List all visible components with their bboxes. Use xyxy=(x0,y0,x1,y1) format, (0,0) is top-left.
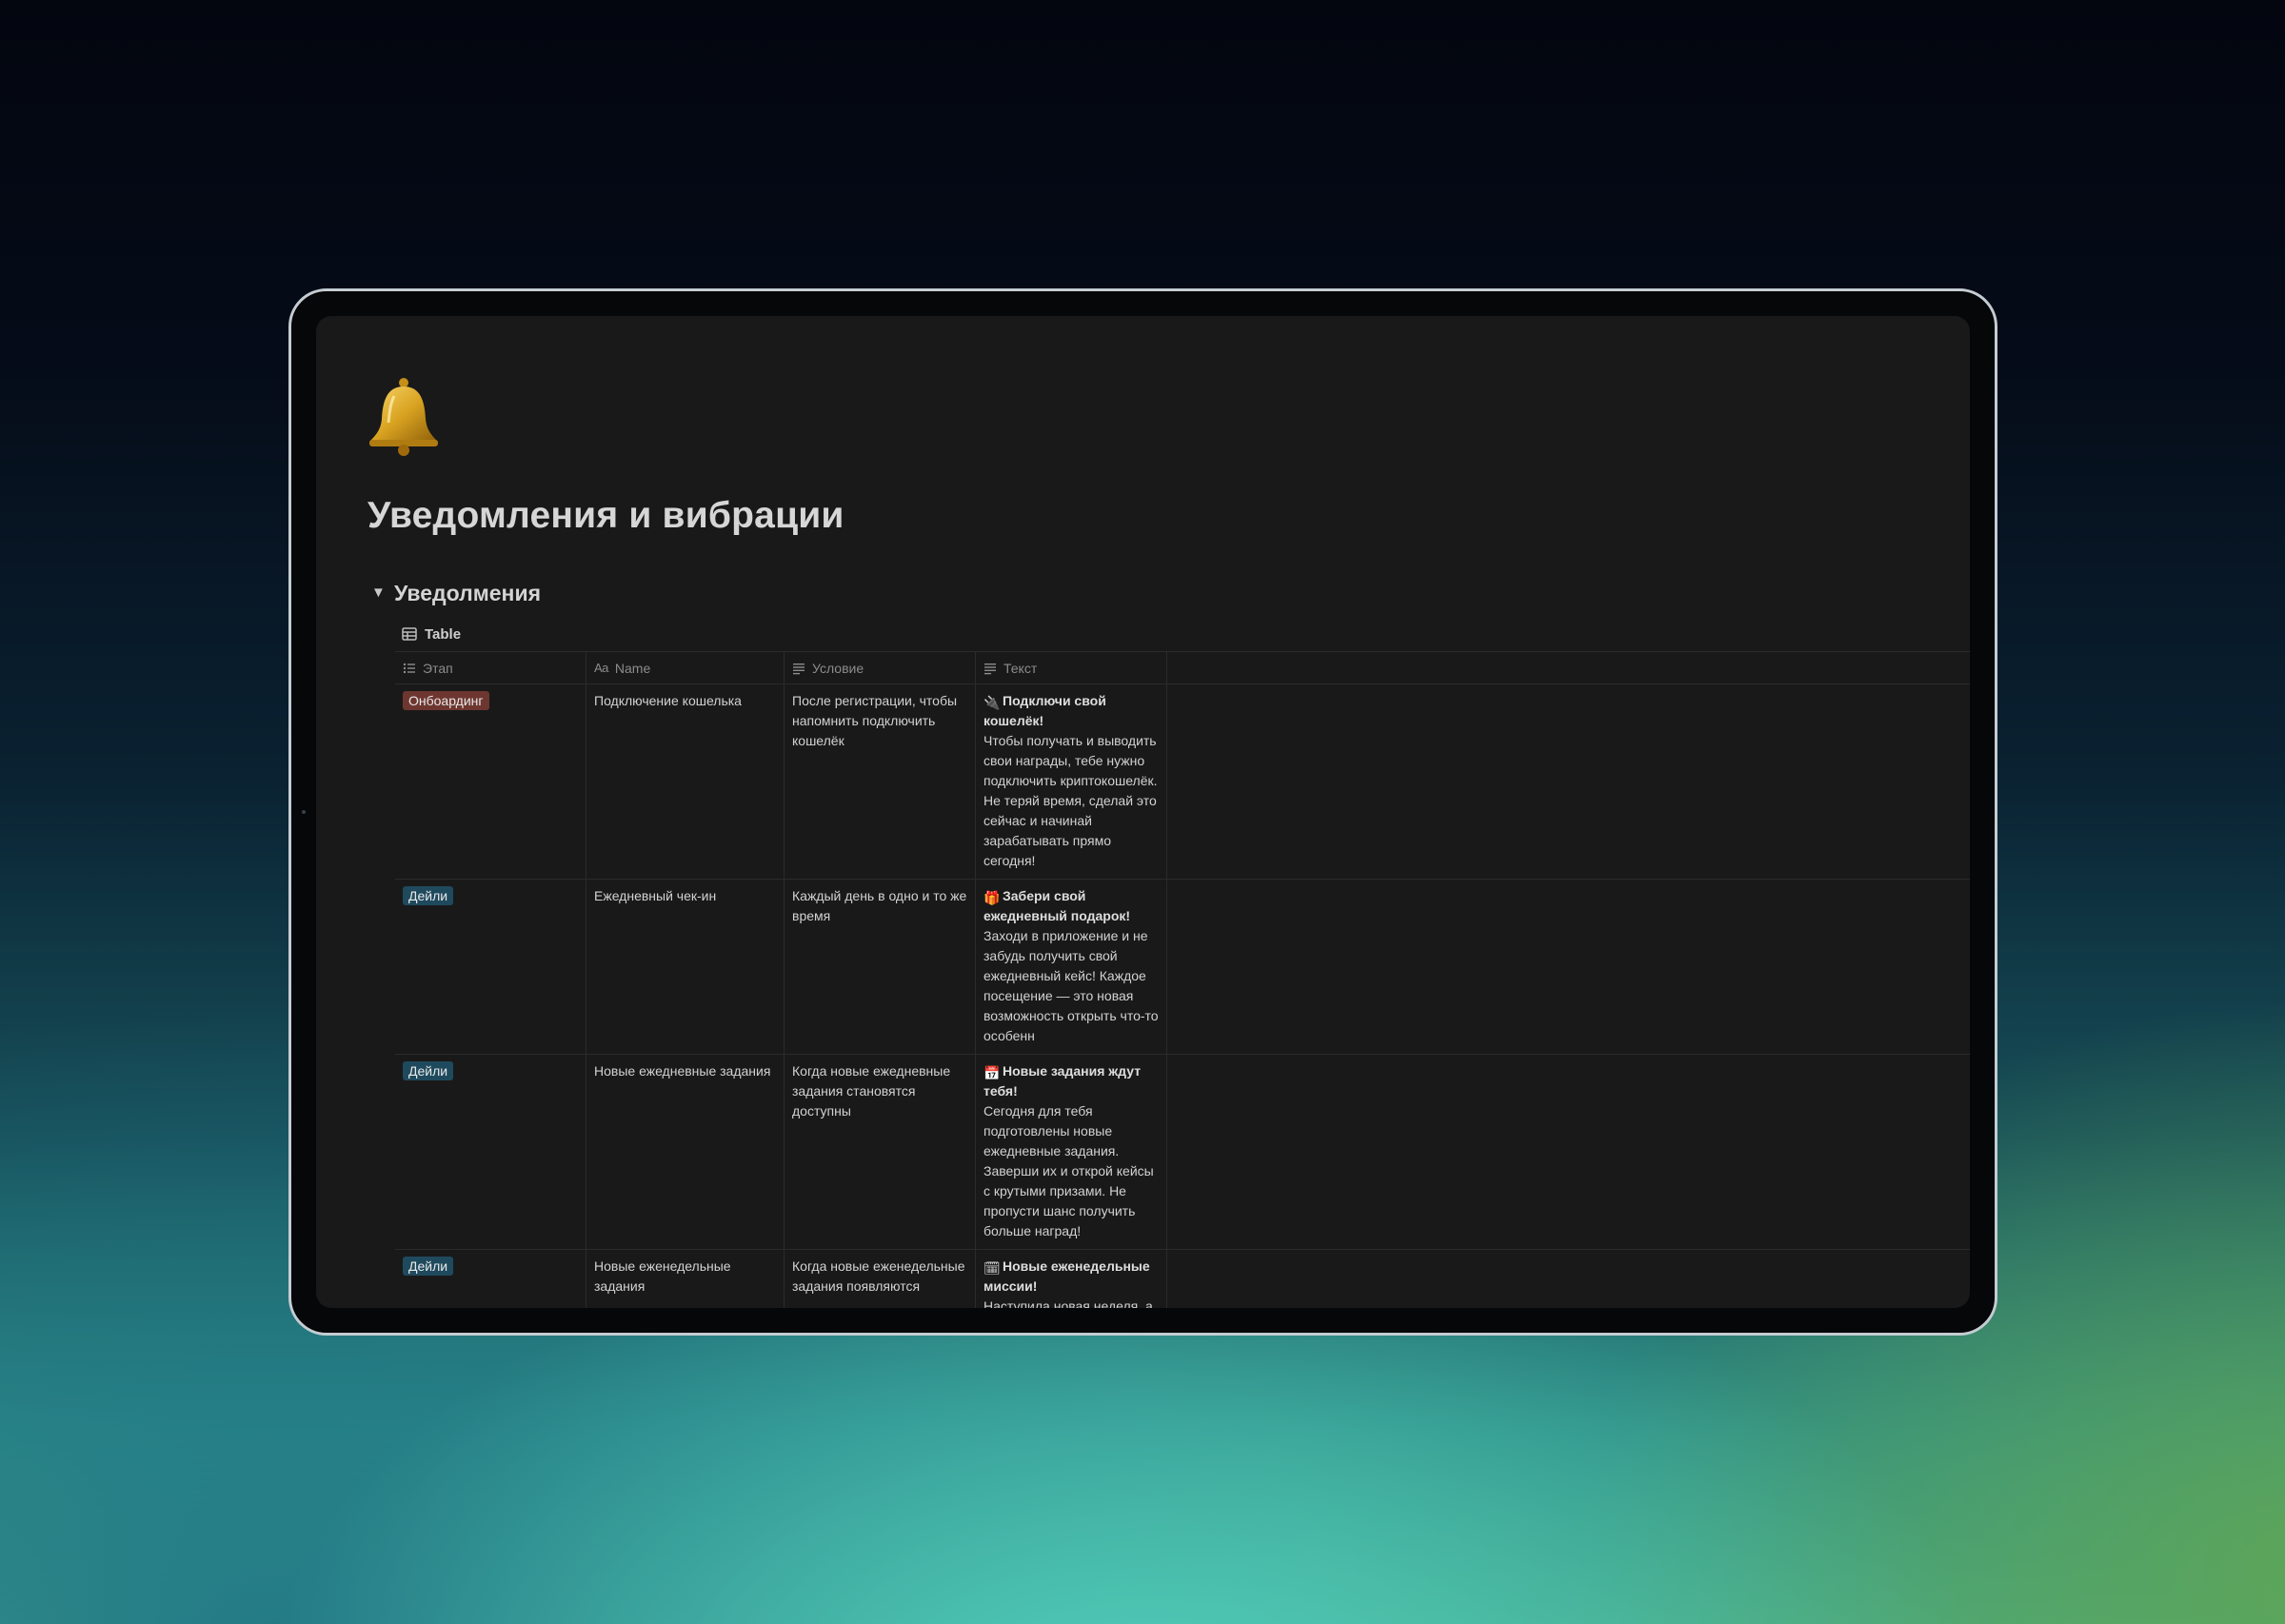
view-tab-table[interactable]: Table xyxy=(402,623,461,645)
table-row[interactable]: Онбоардинг Подключение кошелька После ре… xyxy=(395,684,1970,880)
cell-empty xyxy=(1167,880,1970,1054)
cell-name[interactable]: Новые еженедельные задания xyxy=(586,1250,785,1308)
cell-condition[interactable]: Когда новые еженедельные задания появляю… xyxy=(785,1250,976,1308)
stage-tag: Онбоардинг xyxy=(403,691,489,710)
message-title: Новые задания ждут тебя! xyxy=(984,1063,1142,1099)
cell-name[interactable]: Новые ежедневные задания xyxy=(586,1055,785,1249)
toggle-block[interactable]: ▼ Уведолмения xyxy=(371,579,541,607)
stage-tag: Дейли xyxy=(403,886,454,905)
cell-empty xyxy=(1167,684,1970,879)
gift-icon: 🎁 xyxy=(984,890,1001,905)
table-row[interactable]: Дейли Ежедневный чек-ин Каждый день в од… xyxy=(395,880,1970,1055)
message-title: Забери свой ежедневный подарок! xyxy=(984,888,1131,923)
message-body: Заходи в приложение и не забудь получить… xyxy=(984,928,1159,1043)
stage-tag: Дейли xyxy=(403,1061,454,1080)
message-body: Наступила новая неделя, а xyxy=(984,1298,1153,1308)
bell-icon[interactable] xyxy=(366,375,442,457)
cell-stage[interactable]: Дейли xyxy=(395,1250,586,1308)
cell-empty xyxy=(1167,1055,1970,1249)
column-header-condition[interactable]: Условие xyxy=(785,652,976,683)
cell-name[interactable]: Ежедневный чек-ин xyxy=(586,880,785,1054)
cell-stage[interactable]: Дейли xyxy=(395,880,586,1054)
column-header-name[interactable]: Aa Name xyxy=(586,652,785,683)
device-sensor xyxy=(302,810,306,814)
cell-name[interactable]: Подключение кошелька xyxy=(586,684,785,879)
stage-tag: Дейли xyxy=(403,1257,454,1276)
cell-condition[interactable]: Каждый день в одно и то же время xyxy=(785,880,976,1054)
table-header: Этап Aa Name Условие Текст xyxy=(395,651,1970,684)
triangle-down-icon[interactable]: ▼ xyxy=(371,579,390,607)
table-row[interactable]: Дейли Новые ежедневные задания Когда нов… xyxy=(395,1055,1970,1250)
column-header-stage[interactable]: Этап xyxy=(395,652,586,683)
table-icon xyxy=(402,627,417,641)
message-title: Новые еженедельные миссии! xyxy=(984,1258,1150,1294)
message-body: Сегодня для тебя подготовлены новые ежед… xyxy=(984,1103,1154,1238)
notion-page: Уведомления и вибрации ▼ Уведолмения Tab… xyxy=(316,316,1970,1308)
message-title: Подключи свой кошелёк! xyxy=(984,693,1106,728)
cell-text[interactable]: 🗓 Новые еженедельные миссии! Наступила но… xyxy=(976,1250,1167,1308)
cell-condition[interactable]: Когда новые ежедневные задания становятс… xyxy=(785,1055,976,1249)
list-icon xyxy=(403,663,415,673)
view-tab-label: Table xyxy=(425,625,462,643)
cell-stage[interactable]: Дейли xyxy=(395,1055,586,1249)
text-lines-icon xyxy=(984,663,996,674)
cell-text[interactable]: 📅 Новые задания ждут тебя! Сегодня для те… xyxy=(976,1055,1167,1249)
database-table: Этап Aa Name Условие Текст Онбоардинг По… xyxy=(395,651,1970,1308)
cell-text[interactable]: 🔌 Подключи свой кошелёк! Чтобы получать и… xyxy=(976,684,1167,879)
table-row[interactable]: Дейли Новые еженедельные задания Когда н… xyxy=(395,1250,1970,1308)
spiral-calendar-icon: 🗓 xyxy=(984,1260,1001,1276)
cell-stage[interactable]: Онбоардинг xyxy=(395,684,586,879)
column-header-text[interactable]: Текст xyxy=(976,652,1167,683)
column-header-label: Name xyxy=(614,660,651,676)
plug-icon: 🔌 xyxy=(984,695,1001,710)
column-header-spacer xyxy=(1167,652,1970,683)
page-title: Уведомления и вибрации xyxy=(368,495,844,536)
cell-condition[interactable]: После регистрации, чтобы напомнить подкл… xyxy=(785,684,976,879)
message-body: Чтобы получать и выводить свои награды, … xyxy=(984,733,1158,868)
title-property-icon: Aa xyxy=(594,661,608,675)
tablet-frame: Уведомления и вибрации ▼ Уведолмения Tab… xyxy=(288,288,1997,1336)
toggle-heading: Уведолмения xyxy=(394,580,542,605)
text-lines-icon xyxy=(793,663,805,674)
cell-empty xyxy=(1167,1250,1970,1308)
column-header-label: Этап xyxy=(423,660,453,676)
column-header-label: Условие xyxy=(812,660,864,676)
cell-text[interactable]: 🎁 Забери свой ежедневный подарок! Заходи … xyxy=(976,880,1167,1054)
calendar-icon: 📅 xyxy=(984,1065,1001,1080)
column-header-label: Текст xyxy=(1003,660,1038,676)
